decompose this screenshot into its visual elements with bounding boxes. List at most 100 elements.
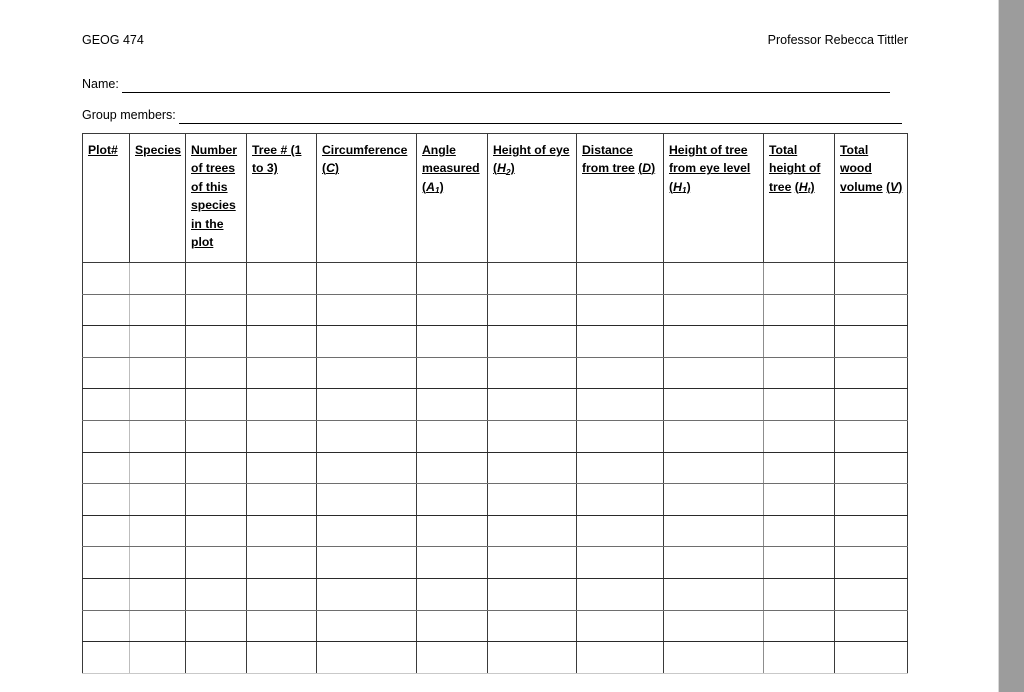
table-cell-circumference[interactable]: [316, 325, 417, 358]
table-cell-angle[interactable]: [416, 641, 488, 674]
table-cell-circumference[interactable]: [316, 451, 417, 485]
table-cell-circumference[interactable]: [316, 641, 417, 674]
table-cell-angle[interactable]: [416, 388, 488, 421]
table-cell-height_eye_level[interactable]: [663, 514, 764, 548]
table-cell-circumference[interactable]: [316, 514, 417, 548]
table-cell-tree_num[interactable]: [246, 356, 317, 390]
table-cell-height_of_eye[interactable]: [487, 546, 577, 579]
table-cell-num_trees[interactable]: [185, 325, 247, 358]
table-cell-wood_volume[interactable]: [834, 483, 908, 516]
table-cell-height_of_eye[interactable]: [487, 451, 577, 485]
table-cell-angle[interactable]: [416, 514, 488, 548]
table-cell-circumference[interactable]: [316, 609, 417, 643]
table-cell-distance[interactable]: [576, 641, 664, 674]
table-cell-height_of_eye[interactable]: [487, 356, 577, 390]
table-cell-height_eye_level[interactable]: [663, 293, 764, 327]
table-cell-species[interactable]: [129, 451, 186, 485]
table-cell-total_height[interactable]: [763, 577, 835, 611]
table-cell-tree_num[interactable]: [246, 293, 317, 327]
table-cell-height_of_eye[interactable]: [487, 577, 577, 611]
table-cell-circumference[interactable]: [316, 577, 417, 611]
table-cell-angle[interactable]: [416, 546, 488, 579]
table-cell-wood_volume[interactable]: [834, 388, 908, 421]
table-cell-height_of_eye[interactable]: [487, 641, 577, 674]
table-cell-wood_volume[interactable]: [834, 262, 908, 295]
table-cell-height_of_eye[interactable]: [487, 262, 577, 295]
table-cell-species[interactable]: [129, 514, 186, 548]
table-cell-wood_volume[interactable]: [834, 451, 908, 485]
table-cell-circumference[interactable]: [316, 262, 417, 295]
table-cell-height_of_eye[interactable]: [487, 325, 577, 358]
table-cell-height_eye_level[interactable]: [663, 641, 764, 674]
table-cell-angle[interactable]: [416, 356, 488, 390]
table-cell-species[interactable]: [129, 388, 186, 421]
table-cell-tree_num[interactable]: [246, 514, 317, 548]
table-cell-wood_volume[interactable]: [834, 641, 908, 674]
table-cell-total_height[interactable]: [763, 419, 835, 453]
table-cell-total_height[interactable]: [763, 514, 835, 548]
table-cell-angle[interactable]: [416, 609, 488, 643]
table-cell-circumference[interactable]: [316, 293, 417, 327]
table-cell-plot[interactable]: [82, 325, 130, 358]
table-cell-plot[interactable]: [82, 577, 130, 611]
table-cell-plot[interactable]: [82, 262, 130, 295]
table-cell-height_of_eye[interactable]: [487, 609, 577, 643]
table-cell-wood_volume[interactable]: [834, 419, 908, 453]
table-cell-total_height[interactable]: [763, 609, 835, 643]
table-cell-tree_num[interactable]: [246, 325, 317, 358]
table-cell-height_eye_level[interactable]: [663, 546, 764, 579]
table-cell-plot[interactable]: [82, 546, 130, 579]
table-cell-distance[interactable]: [576, 419, 664, 453]
vertical-scrollbar[interactable]: [998, 0, 1024, 692]
table-cell-distance[interactable]: [576, 577, 664, 611]
table-cell-total_height[interactable]: [763, 262, 835, 295]
table-cell-tree_num[interactable]: [246, 419, 317, 453]
table-cell-plot[interactable]: [82, 514, 130, 548]
table-cell-tree_num[interactable]: [246, 483, 317, 516]
table-cell-species[interactable]: [129, 641, 186, 674]
table-cell-height_eye_level[interactable]: [663, 419, 764, 453]
table-cell-num_trees[interactable]: [185, 609, 247, 643]
table-cell-distance[interactable]: [576, 514, 664, 548]
table-cell-plot[interactable]: [82, 451, 130, 485]
table-cell-height_eye_level[interactable]: [663, 356, 764, 390]
table-cell-distance[interactable]: [576, 451, 664, 485]
table-cell-circumference[interactable]: [316, 483, 417, 516]
table-cell-num_trees[interactable]: [185, 419, 247, 453]
table-cell-wood_volume[interactable]: [834, 325, 908, 358]
table-cell-angle[interactable]: [416, 325, 488, 358]
table-cell-angle[interactable]: [416, 293, 488, 327]
table-cell-num_trees[interactable]: [185, 293, 247, 327]
table-cell-total_height[interactable]: [763, 641, 835, 674]
table-cell-num_trees[interactable]: [185, 546, 247, 579]
table-cell-angle[interactable]: [416, 483, 488, 516]
table-cell-num_trees[interactable]: [185, 356, 247, 390]
table-cell-angle[interactable]: [416, 451, 488, 485]
table-cell-height_eye_level[interactable]: [663, 388, 764, 421]
table-cell-height_of_eye[interactable]: [487, 388, 577, 421]
table-cell-species[interactable]: [129, 577, 186, 611]
table-cell-species[interactable]: [129, 483, 186, 516]
table-cell-wood_volume[interactable]: [834, 356, 908, 390]
table-cell-wood_volume[interactable]: [834, 577, 908, 611]
table-cell-total_height[interactable]: [763, 388, 835, 421]
table-cell-species[interactable]: [129, 293, 186, 327]
table-cell-plot[interactable]: [82, 609, 130, 643]
table-cell-distance[interactable]: [576, 356, 664, 390]
table-cell-total_height[interactable]: [763, 293, 835, 327]
table-cell-circumference[interactable]: [316, 388, 417, 421]
table-cell-tree_num[interactable]: [246, 577, 317, 611]
table-cell-total_height[interactable]: [763, 325, 835, 358]
table-cell-total_height[interactable]: [763, 546, 835, 579]
table-cell-num_trees[interactable]: [185, 483, 247, 516]
table-cell-angle[interactable]: [416, 577, 488, 611]
table-cell-plot[interactable]: [82, 483, 130, 516]
group-members-field-blank[interactable]: [179, 108, 903, 124]
table-cell-height_eye_level[interactable]: [663, 325, 764, 358]
table-cell-tree_num[interactable]: [246, 609, 317, 643]
table-cell-num_trees[interactable]: [185, 262, 247, 295]
table-cell-plot[interactable]: [82, 419, 130, 453]
table-cell-height_eye_level[interactable]: [663, 451, 764, 485]
table-cell-num_trees[interactable]: [185, 641, 247, 674]
table-cell-tree_num[interactable]: [246, 451, 317, 485]
